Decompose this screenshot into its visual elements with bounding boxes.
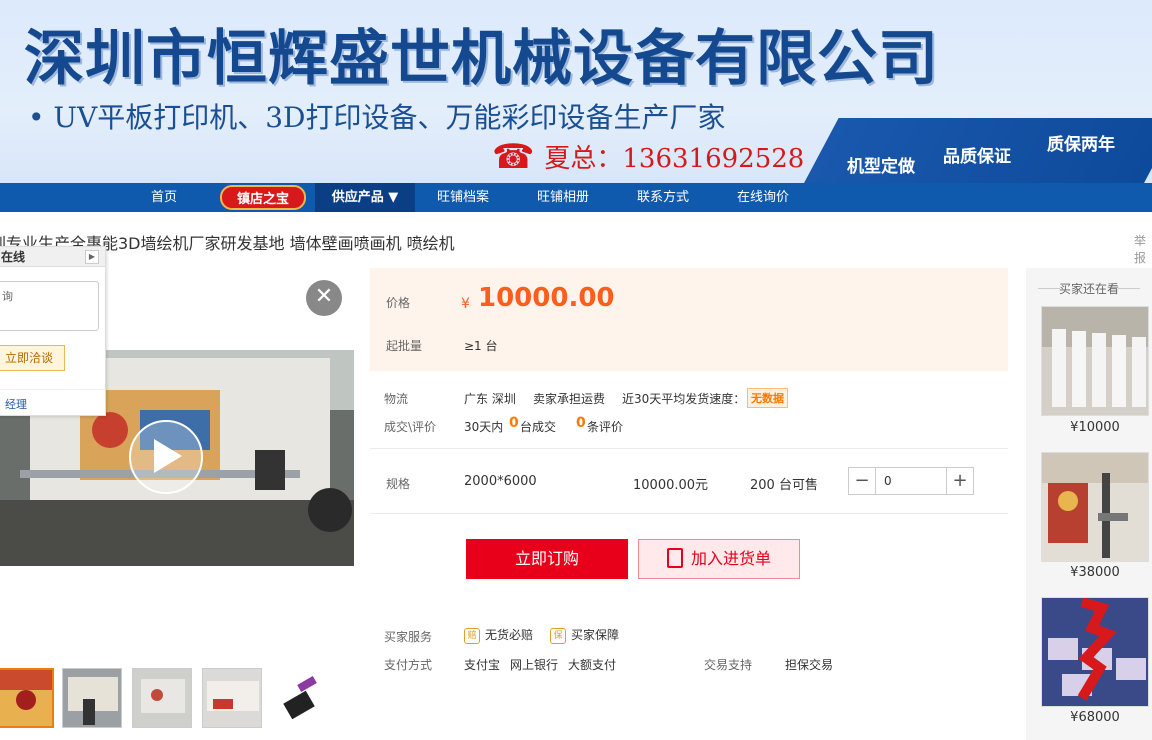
thumbnail-1[interactable] xyxy=(0,668,54,728)
play-icon[interactable] xyxy=(154,439,182,473)
payment-label: 支付方式 xyxy=(384,658,433,672)
close-icon[interactable]: ✕ xyxy=(306,280,342,316)
trade-value: 担保交易 xyxy=(785,658,834,672)
chat-contact[interactable]: 经理 xyxy=(0,389,105,418)
badge-quality: 品质保证 xyxy=(943,147,1011,167)
divider xyxy=(370,448,1008,449)
also-viewed-image-2[interactable] xyxy=(1041,452,1149,562)
nav-album[interactable]: 旺铺相册 xyxy=(537,183,589,212)
thumbnail-5[interactable] xyxy=(272,668,332,728)
spec-label: 规格 xyxy=(386,477,411,491)
nav-products[interactable]: 供应产品 ▼ xyxy=(315,183,415,212)
moq-value: ≥1 台 xyxy=(464,339,498,353)
service-buyer-protection[interactable]: 保买家保障 xyxy=(550,626,619,644)
online-chat-widget: 在线 ▶ 询 立即洽谈 经理 xyxy=(0,246,106,416)
buy-now-button[interactable]: 立即订购 xyxy=(466,539,628,579)
add-to-cart-label: 加入进货单 xyxy=(690,549,771,568)
company-tagline: • UV平板打印机、3D打印设备、万能彩印设备生产厂家 xyxy=(28,101,726,134)
also-viewed-price-3: ¥68000 xyxy=(1070,710,1120,725)
review-suffix: 条评价 xyxy=(587,420,624,434)
price-panel xyxy=(370,268,1008,371)
contact-phone: ☎ 夏总：13631692528 xyxy=(492,138,804,175)
pay-online-bank: 网上银行 xyxy=(510,658,559,672)
deals-label: 成交\评价 xyxy=(384,420,437,434)
nav-home[interactable]: 首页 xyxy=(151,183,177,212)
ship-speed-value: 无数据 xyxy=(747,388,788,408)
decrement-button[interactable]: − xyxy=(849,468,875,494)
quantity-stepper: − 0 + xyxy=(848,467,974,495)
also-viewed-price-1: ¥10000 xyxy=(1070,420,1120,435)
nav-contact[interactable]: 联系方式 xyxy=(637,183,689,212)
thumbnail-4[interactable] xyxy=(202,668,262,728)
clipboard-icon xyxy=(666,547,683,568)
nav-inquiry[interactable]: 在线询价 xyxy=(737,183,789,212)
freight-info: 卖家承担运费 xyxy=(533,392,606,406)
telephone-icon: ☎ xyxy=(492,136,535,177)
chat-input[interactable]: 询 xyxy=(0,281,99,331)
price-currency: ¥ xyxy=(461,296,470,312)
trade-label: 交易支持 xyxy=(704,658,753,672)
thumbnail-2[interactable] xyxy=(62,668,122,728)
banner-badges: 机型定做 品质保证 质保两年 xyxy=(845,126,1152,182)
service-text: 无货必赔 xyxy=(485,628,534,642)
badge-custom: 机型定做 xyxy=(847,157,915,177)
increment-button[interactable]: + xyxy=(947,468,973,494)
spec-price: 10000.00元 xyxy=(633,478,709,493)
review-count[interactable]: 0 xyxy=(576,415,586,431)
report-link[interactable]: 举报 xyxy=(1134,232,1152,266)
deals-prefix: 30天内 xyxy=(464,420,504,434)
ship-speed-label: 近30天平均发货速度： xyxy=(622,392,746,406)
thumbnail-strip xyxy=(0,668,334,732)
chevron-right-icon[interactable]: ▶ xyxy=(85,250,99,264)
service-text: 买家保障 xyxy=(571,628,620,642)
add-to-cart-button[interactable]: 加入进货单 xyxy=(638,539,800,579)
also-viewed-image-3[interactable] xyxy=(1041,597,1149,707)
nav-profile[interactable]: 旺铺档案 xyxy=(437,183,489,212)
badge-warranty: 质保两年 xyxy=(1047,135,1115,155)
spec-size: 2000*6000 xyxy=(464,474,537,489)
spec-stock: 200 台可售 xyxy=(750,478,818,493)
moq-label: 起批量 xyxy=(386,339,423,353)
divider xyxy=(370,513,1008,514)
shop-nav: 首页 镇店之宝 供应产品 ▼ 旺铺档案 旺铺相册 联系方式 在线询价 xyxy=(0,183,1152,212)
shop-banner: 深圳市恒辉盛世机械设备有限公司 • UV平板打印机、3D打印设备、万能彩印设备生… xyxy=(0,0,1152,183)
price-value: 10000.00 xyxy=(478,283,615,313)
deals-count-suffix: 台成交 xyxy=(520,420,557,434)
compensation-icon: 赔 xyxy=(464,627,480,644)
thumbnail-3[interactable] xyxy=(132,668,192,728)
chat-now-button[interactable]: 立即洽谈 xyxy=(0,345,65,371)
logistics-label: 物流 xyxy=(384,392,409,406)
price-label: 价格 xyxy=(386,296,411,310)
ship-location: 广东 深圳 xyxy=(464,392,516,406)
shield-icon: 保 xyxy=(550,627,566,644)
company-name: 深圳市恒辉盛世机械设备有限公司 xyxy=(24,24,939,94)
pay-alipay: 支付宝 xyxy=(464,658,501,672)
phone-number: 夏总：13631692528 xyxy=(544,144,805,174)
also-viewed-price-2: ¥38000 xyxy=(1070,565,1120,580)
also-viewed-title: 买家还在看 xyxy=(1026,280,1152,297)
services-label: 买家服务 xyxy=(384,630,433,644)
also-viewed-image-1[interactable] xyxy=(1041,306,1149,416)
deals-count[interactable]: 0 xyxy=(509,415,519,431)
pay-large: 大额支付 xyxy=(568,658,617,672)
service-no-stock-comp[interactable]: 赔无货必赔 xyxy=(464,626,533,644)
also-viewed-panel: 买家还在看 ¥10000 ¥38000 ¥68000 xyxy=(1026,268,1152,740)
nav-featured[interactable]: 镇店之宝 xyxy=(220,185,306,210)
quantity-input[interactable]: 0 xyxy=(875,468,947,494)
